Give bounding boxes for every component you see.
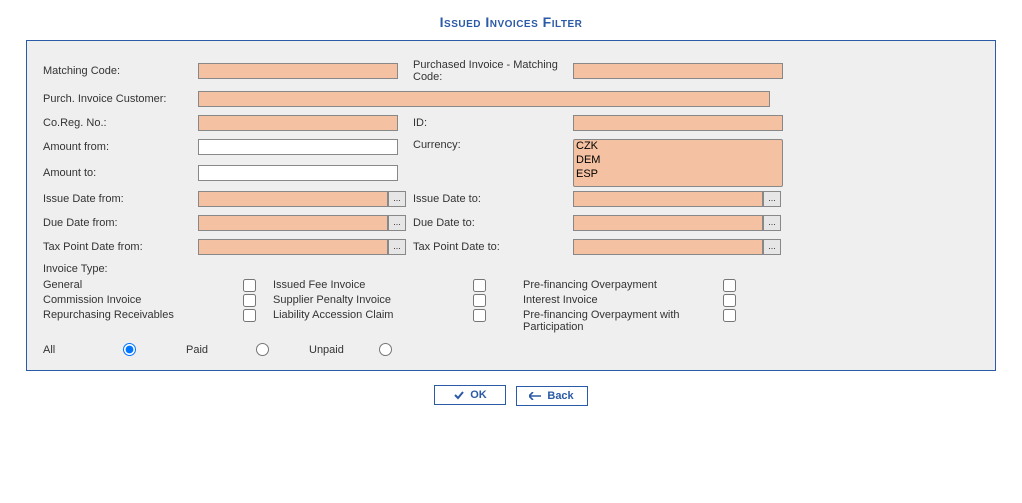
commission-checkbox[interactable] — [243, 294, 256, 307]
calendar-icon[interactable]: ... — [763, 239, 781, 255]
label-tax-point-to: Tax Point Date to: — [413, 241, 573, 253]
paid-radio[interactable] — [256, 343, 269, 356]
label-issue-date-from: Issue Date from: — [43, 193, 198, 205]
prefin-overpay-checkbox[interactable] — [723, 279, 736, 292]
tax-point-to-input[interactable] — [573, 239, 763, 255]
issued-fee-checkbox[interactable] — [473, 279, 486, 292]
label-repurchasing: Repurchasing Receivables — [43, 309, 243, 321]
issue-date-from-input[interactable] — [198, 191, 388, 207]
tax-point-from-input[interactable] — [198, 239, 388, 255]
label-purchased-matching-code: Purchased Invoice - Matching Code: — [413, 59, 573, 83]
interest-checkbox[interactable] — [723, 294, 736, 307]
supplier-penalty-checkbox[interactable] — [473, 294, 486, 307]
back-button[interactable]: Back — [516, 386, 588, 406]
page-title: Issued Invoices Filter — [0, 14, 1022, 30]
amount-to-input[interactable] — [198, 165, 398, 181]
check-icon — [454, 390, 464, 400]
label-prefin-overpay: Pre-financing Overpayment — [523, 279, 723, 291]
due-date-to-input[interactable] — [573, 215, 763, 231]
label-issue-date-to: Issue Date to: — [413, 193, 573, 205]
calendar-icon[interactable]: ... — [388, 191, 406, 207]
back-button-label: Back — [547, 390, 573, 402]
coreg-no-input[interactable] — [198, 115, 398, 131]
label-prefin-overpay-part: Pre-financing Overpayment with Participa… — [523, 309, 723, 333]
label-matching-code: Matching Code: — [43, 65, 198, 77]
liability-accession-checkbox[interactable] — [473, 309, 486, 322]
general-checkbox[interactable] — [243, 279, 256, 292]
label-invoice-type: Invoice Type: — [43, 263, 979, 275]
issue-date-to-input[interactable] — [573, 191, 763, 207]
currency-option[interactable]: CZK — [574, 140, 782, 154]
label-supplier-penalty: Supplier Penalty Invoice — [273, 294, 473, 306]
label-issued-fee: Issued Fee Invoice — [273, 279, 473, 291]
ok-button[interactable]: OK — [434, 385, 506, 405]
unpaid-radio[interactable] — [379, 343, 392, 356]
due-date-from-input[interactable] — [198, 215, 388, 231]
ok-button-label: OK — [470, 389, 487, 401]
label-interest: Interest Invoice — [523, 294, 723, 306]
purch-invoice-customer-input[interactable] — [198, 91, 770, 107]
all-radio[interactable] — [123, 343, 136, 356]
currency-select[interactable]: CZK DEM ESP — [573, 139, 783, 187]
calendar-icon[interactable]: ... — [763, 191, 781, 207]
id-input[interactable] — [573, 115, 783, 131]
calendar-icon[interactable]: ... — [388, 239, 406, 255]
label-unpaid: Unpaid — [309, 344, 379, 356]
currency-option[interactable]: DEM — [574, 154, 782, 168]
label-due-date-from: Due Date from: — [43, 217, 198, 229]
label-due-date-to: Due Date to: — [413, 217, 573, 229]
prefin-overpay-part-checkbox[interactable] — [723, 309, 736, 322]
label-commission: Commission Invoice — [43, 294, 243, 306]
arrow-left-icon — [529, 392, 541, 400]
repurchasing-checkbox[interactable] — [243, 309, 256, 322]
amount-from-input[interactable] — [198, 139, 398, 155]
label-amount-to: Amount to: — [43, 167, 198, 179]
calendar-icon[interactable]: ... — [763, 215, 781, 231]
purchased-matching-code-input[interactable] — [573, 63, 783, 79]
label-liability-accession: Liability Accession Claim — [273, 309, 473, 321]
button-bar: OK Back — [0, 385, 1022, 406]
label-general: General — [43, 279, 243, 291]
label-purch-invoice-customer: Purch. Invoice Customer: — [43, 93, 198, 105]
label-id: ID: — [413, 117, 573, 129]
filter-panel: Matching Code: Purchased Invoice - Match… — [26, 40, 996, 371]
label-coreg-no: Co.Reg. No.: — [43, 117, 198, 129]
label-currency: Currency: — [413, 139, 573, 151]
currency-option[interactable]: ESP — [574, 168, 782, 182]
calendar-icon[interactable]: ... — [388, 215, 406, 231]
label-tax-point-from: Tax Point Date from: — [43, 241, 198, 253]
label-amount-from: Amount from: — [43, 141, 198, 153]
matching-code-input[interactable] — [198, 63, 398, 79]
label-paid: Paid — [186, 344, 256, 356]
label-all: All — [43, 344, 123, 356]
